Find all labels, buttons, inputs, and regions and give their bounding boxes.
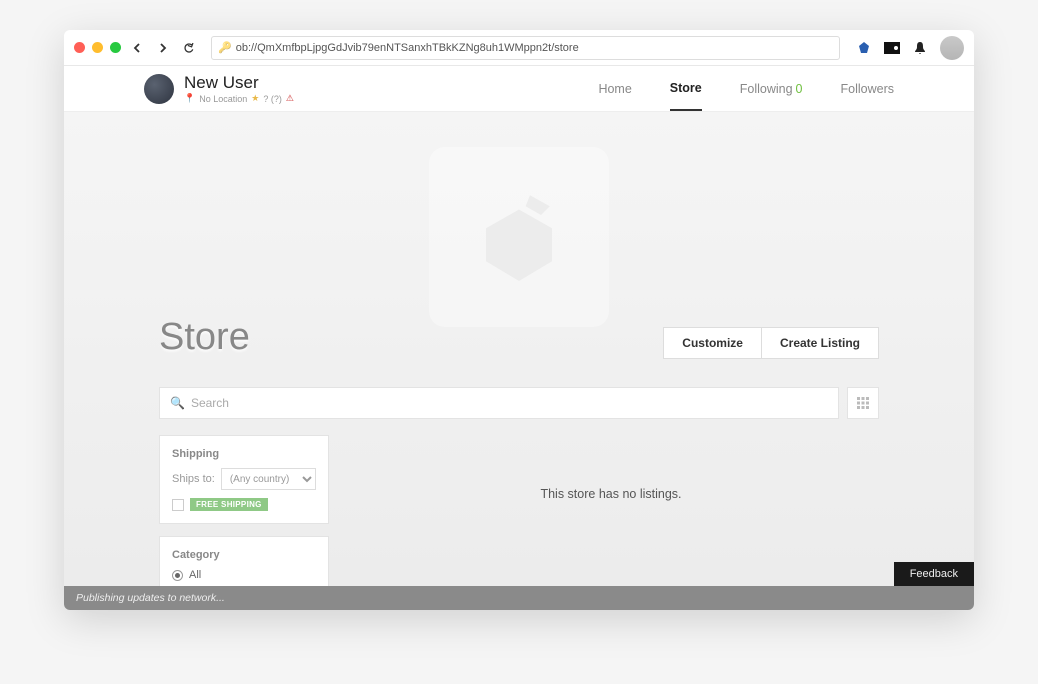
ships-to-row: Ships to: (Any country) <box>172 468 316 490</box>
store-logo-placeholder <box>429 147 609 327</box>
following-count: 0 <box>796 82 803 96</box>
body-row: 🔍 Search Shipping <box>64 377 974 586</box>
toolbar-right <box>856 36 964 60</box>
maximize-window-button[interactable] <box>110 42 121 53</box>
category-all-radio[interactable] <box>172 570 183 581</box>
country-select[interactable]: (Any country) <box>221 468 316 490</box>
free-shipping-checkbox[interactable] <box>172 499 184 511</box>
key-icon: 🔑 <box>218 41 232 54</box>
listings-column: This store has no listings. <box>343 435 879 501</box>
app-icon[interactable] <box>856 40 872 56</box>
traffic-lights <box>74 42 121 53</box>
store-title: Store <box>159 316 250 359</box>
grid-view-button[interactable] <box>847 387 879 419</box>
shipping-panel: Shipping Ships to: (Any country) FREE SH… <box>159 435 329 524</box>
profile-location: No Location <box>199 94 247 104</box>
address-text: ob://QmXmfbpLjpgGdJvib79enNTSanxhTBkKZNg… <box>236 42 579 54</box>
filters-column: Shipping Ships to: (Any country) FREE SH… <box>159 435 329 586</box>
profile-avatar[interactable] <box>144 74 174 104</box>
back-button[interactable] <box>127 38 147 58</box>
star-icon: ★ <box>251 93 259 104</box>
feedback-button[interactable]: Feedback <box>894 562 974 586</box>
refresh-button[interactable] <box>179 38 199 58</box>
user-avatar-small[interactable] <box>940 36 964 60</box>
titlebar: 🔑 ob://QmXmfbpLjpgGdJvib79enNTSanxhTBkKZ… <box>64 30 974 66</box>
hero-actions: Customize Create Listing <box>663 327 879 359</box>
profile-header: New User 📍 No Location ★ ? (?) ⚠ Home St… <box>64 66 974 112</box>
search-icon: 🔍 <box>170 396 185 410</box>
address-bar[interactable]: 🔑 ob://QmXmfbpLjpgGdJvib79enNTSanxhTBkKZ… <box>211 36 840 60</box>
tab-following-label: Following <box>740 82 793 96</box>
ships-to-label: Ships to: <box>172 473 215 485</box>
category-all-row[interactable]: All <box>172 569 316 581</box>
tab-store[interactable]: Store <box>670 66 702 111</box>
app-window: 🔑 ob://QmXmfbpLjpgGdJvib79enNTSanxhTBkKZ… <box>64 30 974 610</box>
customize-button[interactable]: Customize <box>663 327 761 359</box>
search-row: 🔍 Search <box>159 387 879 419</box>
warning-icon: ⚠ <box>286 93 294 104</box>
bell-icon[interactable] <box>912 40 928 56</box>
content-area: Store Customize Create Listing 🔍 Search <box>64 112 974 586</box>
profile-block: New User 📍 No Location ★ ? (?) ⚠ <box>144 73 294 104</box>
forward-button[interactable] <box>153 38 173 58</box>
tab-followers[interactable]: Followers <box>841 66 895 111</box>
tab-following[interactable]: Following 0 <box>740 66 803 111</box>
minimize-window-button[interactable] <box>92 42 103 53</box>
status-bar: Publishing updates to network... <box>64 586 974 610</box>
free-shipping-badge: FREE SHIPPING <box>190 498 268 511</box>
tab-home[interactable]: Home <box>598 66 631 111</box>
status-text: Publishing updates to network... <box>76 592 225 604</box>
create-listing-button[interactable]: Create Listing <box>761 327 879 359</box>
store-hero: Store Customize Create Listing <box>64 112 974 377</box>
category-panel: Category All <box>159 536 329 586</box>
category-all-label: All <box>189 569 201 581</box>
category-title: Category <box>172 549 316 561</box>
search-input[interactable]: 🔍 Search <box>159 387 839 419</box>
profile-name: New User <box>184 73 294 93</box>
nav-tabs: Home Store Following 0 Followers <box>598 66 894 111</box>
empty-listings-message: This store has no listings. <box>343 487 879 501</box>
shipping-title: Shipping <box>172 448 316 460</box>
search-placeholder: Search <box>191 396 229 410</box>
wallet-icon[interactable] <box>884 40 900 56</box>
profile-rating: ? (?) <box>263 94 282 104</box>
profile-meta: 📍 No Location ★ ? (?) ⚠ <box>184 93 294 104</box>
close-window-button[interactable] <box>74 42 85 53</box>
pin-icon: 📍 <box>184 93 195 104</box>
free-shipping-row: FREE SHIPPING <box>172 498 316 511</box>
